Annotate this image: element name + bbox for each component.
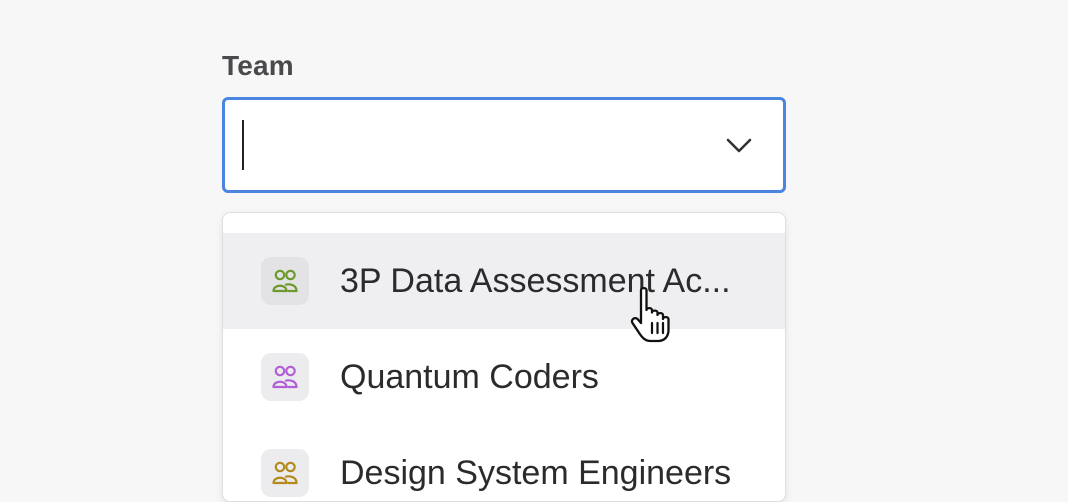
- team-input[interactable]: [241, 114, 681, 176]
- team-icon: [261, 353, 309, 401]
- option-label: Quantum Coders: [340, 358, 599, 396]
- team-icon: [261, 449, 309, 497]
- field-label: Team: [222, 50, 294, 81]
- team-combobox[interactable]: [222, 97, 786, 193]
- team-dropdown-list: 3P Data Assessment Ac... Quantum Coders …: [222, 212, 786, 502]
- option-quantum-coders[interactable]: Quantum Coders: [223, 329, 785, 425]
- option-3p-data-assessment[interactable]: 3P Data Assessment Ac...: [223, 233, 785, 329]
- team-icon: [261, 257, 309, 305]
- option-label: 3P Data Assessment Ac...: [340, 262, 731, 300]
- option-design-system-engineers[interactable]: Design System Engineers: [223, 425, 785, 501]
- chevron-down-icon[interactable]: [723, 134, 755, 156]
- option-label: Design System Engineers: [340, 454, 732, 492]
- text-caret: [242, 120, 244, 170]
